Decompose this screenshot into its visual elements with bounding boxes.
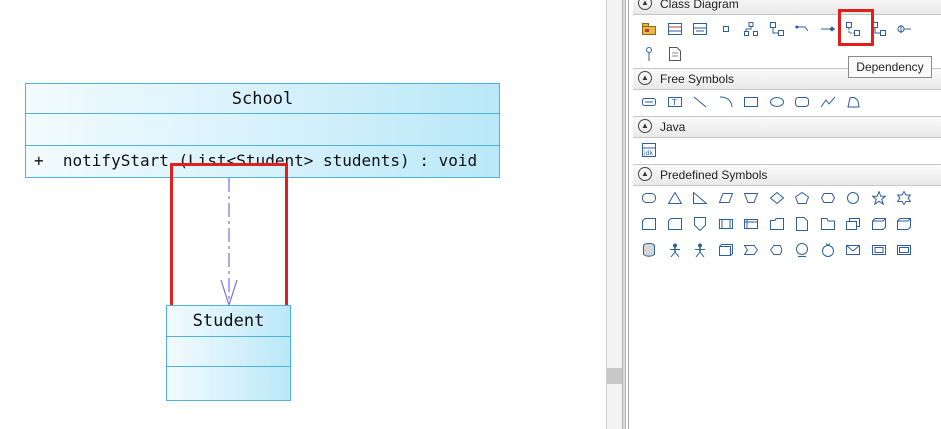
class-student[interactable]: Student <box>166 305 291 401</box>
line-icon[interactable] <box>692 94 708 110</box>
class-student-name: Student <box>167 306 290 337</box>
dependency-highlight <box>838 9 874 46</box>
class-student-operations[interactable] <box>167 367 290 400</box>
actor-icon[interactable] <box>667 242 683 258</box>
document-icon[interactable] <box>794 216 810 232</box>
rectangle-icon[interactable] <box>743 94 759 110</box>
aggregation-icon[interactable] <box>820 21 836 37</box>
note-icon[interactable] <box>667 46 683 62</box>
box-3d-icon[interactable] <box>896 216 912 232</box>
arc-icon[interactable] <box>718 94 734 110</box>
rounded-box-icon[interactable] <box>641 190 657 206</box>
generalization-icon[interactable] <box>743 21 759 37</box>
diagram-canvas[interactable]: School + notifyStart (List<Student> stud… <box>0 0 606 429</box>
folded-corner-icon[interactable] <box>667 216 683 232</box>
diamond-icon[interactable] <box>769 190 785 206</box>
polyline-icon[interactable] <box>820 94 836 110</box>
shield-icon[interactable] <box>692 216 708 232</box>
star-icon[interactable] <box>871 190 887 206</box>
chevron-up-icon[interactable]: ▲ <box>638 119 652 133</box>
java-class-icon[interactable]: jdk <box>641 142 657 158</box>
square-3d-icon[interactable] <box>718 242 734 258</box>
class-student-attributes[interactable] <box>167 337 290 367</box>
package-icon[interactable] <box>641 21 657 37</box>
stack-icon[interactable] <box>845 216 861 232</box>
triangle-icon[interactable] <box>667 190 683 206</box>
section-label: Java <box>660 120 686 134</box>
scrollbar-thumb[interactable] <box>607 368 622 384</box>
rounded-rect-icon[interactable] <box>794 94 810 110</box>
right-triangle-icon[interactable] <box>692 190 708 206</box>
parallelogram-icon[interactable] <box>718 190 734 206</box>
card-icon[interactable] <box>641 216 657 232</box>
realization-icon[interactable] <box>769 21 785 37</box>
interface-icon[interactable] <box>692 21 708 37</box>
text-icon[interactable]: T <box>667 94 683 110</box>
dependency-tooltip: Dependency <box>848 56 932 78</box>
bevel-box-icon[interactable] <box>871 242 887 258</box>
section-class-diagram[interactable]: ▲ Class Diagram <box>633 0 941 15</box>
circle-icon[interactable] <box>845 190 861 206</box>
textbox-icon[interactable] <box>641 94 657 110</box>
section-label: Predefined Symbols <box>660 168 768 182</box>
section-label: Class Diagram <box>660 0 739 11</box>
cycle-icon[interactable] <box>820 242 836 258</box>
actor-alt-icon[interactable] <box>692 242 708 258</box>
pin-icon[interactable] <box>641 46 657 62</box>
selection-highlight <box>170 163 288 309</box>
trapezoid-icon[interactable] <box>743 190 759 206</box>
frame-icon[interactable] <box>896 242 912 258</box>
freeform-icon[interactable] <box>845 94 861 110</box>
loop-icon[interactable] <box>794 242 810 258</box>
class-icon[interactable] <box>667 21 683 37</box>
panel-divider[interactable] <box>622 0 626 429</box>
star-six-icon[interactable] <box>896 190 912 206</box>
chevron-shape-icon[interactable] <box>743 242 759 258</box>
link-icon[interactable] <box>896 21 912 37</box>
object-icon[interactable] <box>718 21 734 37</box>
section-label: Free Symbols <box>660 72 735 86</box>
chevron-up-icon[interactable]: ▲ <box>638 0 652 10</box>
hexagon-icon[interactable] <box>820 190 836 206</box>
internal-storage-icon[interactable] <box>743 216 759 232</box>
section-predefined-symbols[interactable]: ▲ Predefined Symbols <box>633 164 941 186</box>
folder-icon[interactable] <box>769 216 785 232</box>
section-java[interactable]: ▲ Java <box>633 116 941 138</box>
association-icon[interactable] <box>794 21 810 37</box>
process-icon[interactable] <box>718 216 734 232</box>
envelope-icon[interactable] <box>845 242 861 258</box>
display-icon[interactable] <box>769 242 785 258</box>
dependency-arrow[interactable] <box>0 0 606 429</box>
chevron-up-icon[interactable]: ▲ <box>638 71 652 85</box>
ellipse-icon[interactable] <box>769 94 785 110</box>
svg-text:jdk: jdk <box>643 150 653 157</box>
vertical-scrollbar[interactable] <box>606 0 623 429</box>
svg-text:T: T <box>671 98 677 107</box>
cube-icon[interactable] <box>871 216 887 232</box>
cylinder-icon[interactable] <box>641 242 657 258</box>
tab-folder-icon[interactable] <box>820 216 836 232</box>
pentagon-icon[interactable] <box>794 190 810 206</box>
chevron-up-icon[interactable]: ▲ <box>638 167 652 181</box>
